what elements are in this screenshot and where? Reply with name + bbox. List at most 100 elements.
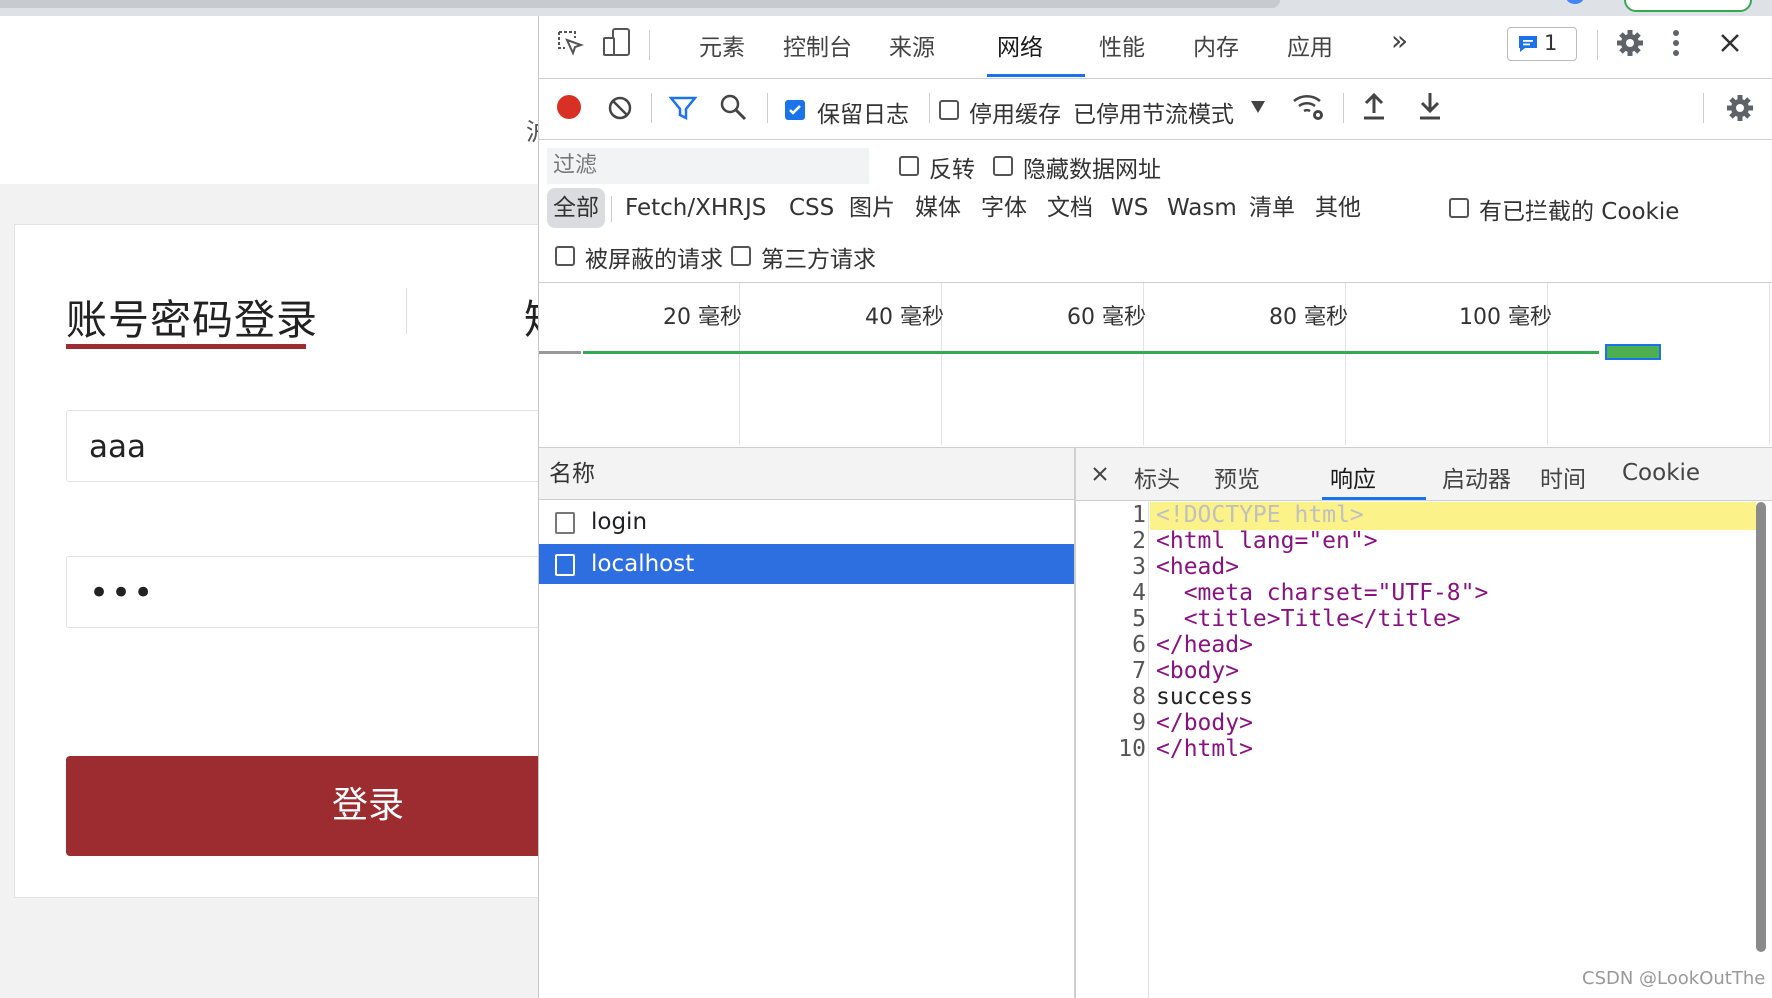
- timeline-tick-label: 80 毫秒: [1269, 305, 1348, 330]
- hide-data-urls-checkbox[interactable]: [993, 156, 1013, 176]
- settings-gear-icon[interactable]: [1615, 28, 1645, 58]
- timeline-tick-label: 20 毫秒: [663, 305, 742, 330]
- tab-elements[interactable]: 元素: [699, 28, 745, 62]
- line-number: 5: [1132, 606, 1146, 632]
- filter-icon[interactable]: [669, 95, 697, 121]
- type-font-button[interactable]: 字体: [975, 188, 1033, 228]
- tab-headers[interactable]: 标头: [1134, 460, 1180, 494]
- toolbar-separator: [1703, 93, 1704, 123]
- tab-memory[interactable]: 内存: [1193, 28, 1239, 62]
- type-fetch-xhr-button[interactable]: Fetch/XHR: [619, 188, 750, 228]
- request-list: 名称 login localhost: [539, 448, 1076, 998]
- login-button[interactable]: 登录: [66, 756, 538, 856]
- filter-bar: 过滤 反转 隐藏数据网址: [539, 140, 1772, 186]
- message-icon: [1519, 36, 1537, 52]
- tab-network[interactable]: 网络: [997, 28, 1043, 62]
- tab-response[interactable]: 响应: [1330, 460, 1376, 494]
- tab-preview[interactable]: 预览: [1214, 460, 1260, 494]
- login-page: 沪 账号密码登录 短 aaa ••• 登录: [0, 16, 538, 998]
- disable-cache-checkbox[interactable]: [939, 100, 959, 120]
- tab-sources[interactable]: 来源: [889, 28, 935, 62]
- blocked-cookies-checkbox[interactable]: [1449, 198, 1469, 218]
- inspect-element-icon[interactable]: [555, 28, 585, 58]
- throttling-dropdown-icon[interactable]: [1251, 101, 1265, 113]
- export-har-icon[interactable]: [1417, 91, 1443, 121]
- timeline-gridline: [1769, 283, 1770, 445]
- toolbar-separator: [1597, 30, 1598, 60]
- type-manifest-button[interactable]: 清单: [1243, 188, 1301, 228]
- network-conditions-icon[interactable]: [1291, 91, 1327, 123]
- timeline-waiting-bar: [539, 351, 581, 354]
- detail-tab-bar: 标头 预览 响应 启动器 时间 Cookie: [1076, 448, 1772, 501]
- tab-sms-login[interactable]: 短: [524, 286, 538, 346]
- resource-type-filter: 全部 Fetch/XHR JS CSS 图片 媒体 字体 文档 WS Wasm …: [539, 188, 1772, 234]
- active-tab-indicator: [987, 74, 1085, 77]
- line-number: 9: [1132, 710, 1146, 736]
- more-options-icon[interactable]: [1671, 28, 1681, 58]
- tab-application[interactable]: 应用: [1287, 28, 1333, 62]
- header-edge-text: 沪: [526, 112, 538, 147]
- tab-performance[interactable]: 性能: [1099, 28, 1145, 62]
- code-line: <body>: [1156, 658, 1240, 684]
- request-detail-pane: 标头 预览 响应 启动器 时间 Cookie 1 2 3 4 5 6 7 8 9…: [1076, 448, 1772, 998]
- type-all-button[interactable]: 全部: [547, 188, 605, 228]
- third-party-checkbox[interactable]: [731, 246, 751, 266]
- request-filter-options: 被屏蔽的请求 第三方请求: [539, 234, 1772, 282]
- search-icon[interactable]: [719, 93, 747, 121]
- tab-timing[interactable]: 时间: [1540, 460, 1586, 494]
- name-column-header[interactable]: 名称: [539, 448, 1074, 500]
- tab-account-password-login[interactable]: 账号密码登录: [66, 286, 318, 346]
- close-detail-icon[interactable]: [1092, 466, 1108, 482]
- response-code-view[interactable]: 1 2 3 4 5 6 7 8 9 10 <!DOCTYPE html> <ht…: [1076, 502, 1772, 998]
- filter-input[interactable]: 过滤: [547, 148, 869, 184]
- document-icon: [555, 554, 575, 576]
- code-line: success: [1156, 684, 1253, 710]
- timeline-tick-label: 100 毫秒: [1459, 305, 1552, 330]
- type-img-button[interactable]: 图片: [843, 188, 901, 228]
- code-line: <title>Title</title>: [1156, 606, 1461, 632]
- type-media-button[interactable]: 媒体: [909, 188, 967, 228]
- type-other-button[interactable]: 其他: [1309, 188, 1367, 228]
- type-css-button[interactable]: CSS: [783, 188, 840, 228]
- devtools-panel: 元素 控制台 来源 网络 性能 内存 应用 » 1 保留日志 停用缓存 已停用节…: [538, 16, 1772, 998]
- type-wasm-button[interactable]: Wasm: [1161, 188, 1243, 228]
- active-detail-tab-indicator: [1322, 497, 1426, 500]
- watermark: CSDN @LookOutThe: [1582, 968, 1766, 989]
- network-settings-gear-icon[interactable]: [1725, 93, 1755, 123]
- tab-initiator[interactable]: 启动器: [1442, 460, 1511, 494]
- code-line: </html>: [1156, 736, 1253, 762]
- import-har-icon[interactable]: [1361, 91, 1387, 121]
- line-number: 2: [1132, 528, 1146, 554]
- device-toolbar-icon[interactable]: [601, 26, 633, 58]
- hide-data-urls-label: 隐藏数据网址: [1023, 157, 1161, 183]
- type-ws-button[interactable]: WS: [1105, 188, 1154, 228]
- document-icon: [555, 512, 575, 534]
- tab-cookies[interactable]: Cookie: [1622, 460, 1700, 486]
- timeline-selection-window[interactable]: [1605, 344, 1661, 360]
- blocked-requests-checkbox[interactable]: [555, 246, 575, 266]
- clear-icon[interactable]: [607, 95, 633, 121]
- issues-badge[interactable]: 1: [1507, 27, 1577, 61]
- request-row-localhost[interactable]: localhost: [539, 544, 1074, 584]
- type-js-button[interactable]: JS: [739, 188, 772, 228]
- invert-checkbox[interactable]: [899, 156, 919, 176]
- request-row-login[interactable]: login: [539, 502, 1074, 542]
- more-tabs-icon[interactable]: »: [1391, 24, 1408, 57]
- tab-console[interactable]: 控制台: [783, 28, 852, 62]
- code-scrollbar[interactable]: [1756, 502, 1766, 952]
- timeline-request-bar: [583, 351, 1599, 354]
- network-overview-timeline[interactable]: 20 毫秒 40 毫秒 60 毫秒 80 毫秒 100 毫秒: [539, 282, 1772, 449]
- line-number: 8: [1132, 684, 1146, 710]
- throttling-select[interactable]: 已停用节流模式: [1073, 95, 1234, 129]
- blocked-requests-label: 被屏蔽的请求: [585, 247, 723, 273]
- type-doc-button[interactable]: 文档: [1041, 188, 1099, 228]
- browser-address-bar[interactable]: [0, 0, 1280, 8]
- close-icon[interactable]: [1719, 32, 1741, 54]
- record-icon[interactable]: [557, 95, 581, 119]
- preserve-log-checkbox[interactable]: [785, 100, 805, 120]
- issues-count: 1: [1544, 31, 1558, 55]
- username-input[interactable]: aaa: [66, 410, 538, 482]
- browser-action-button[interactable]: [1624, 0, 1752, 12]
- line-gutter-border: [1148, 502, 1149, 998]
- password-input[interactable]: •••: [66, 556, 538, 628]
